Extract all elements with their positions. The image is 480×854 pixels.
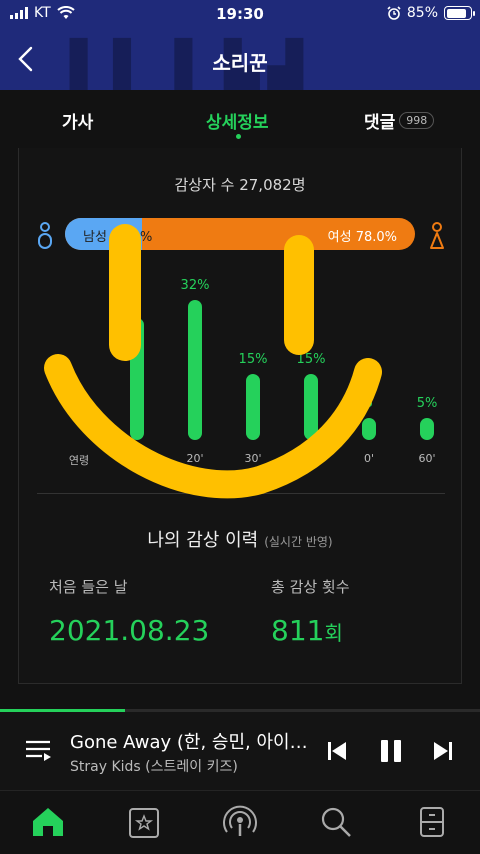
tab-detail[interactable]: 상세정보 — [206, 108, 269, 139]
bottom-nav — [0, 790, 480, 854]
song-title[interactable]: Gone Away (한, 승민, 아이… — [70, 728, 310, 754]
previous-track-icon[interactable] — [322, 736, 352, 766]
detail-card: 감상자 수 27,082명 남성 22.0% 여성 78.0% 연령 2 32% 20… — [18, 148, 462, 684]
male-share-label: 남성 22.0% — [83, 230, 153, 245]
comments-count-badge: 998 — [399, 112, 435, 129]
next-track-icon[interactable] — [428, 736, 458, 766]
app-header: ▌▌▐ ▙▟ 소리꾼 — [0, 30, 480, 90]
total-plays-unit: 회 — [324, 621, 343, 645]
total-plays-number: 811 — [271, 614, 325, 647]
battery-icon — [444, 6, 475, 20]
section-divider — [37, 493, 445, 494]
age-bar — [246, 374, 260, 440]
age-bar — [420, 418, 434, 440]
age-percent-label: 15% — [296, 352, 326, 368]
tab-bar: 가사 상세정보 댓글 998 — [0, 90, 480, 148]
search-icon[interactable] — [318, 805, 354, 839]
age-bar — [188, 300, 202, 440]
female-share-label: 여성 78.0% — [327, 230, 397, 245]
age-percent-label: 2 — [132, 295, 142, 311]
female-icon — [430, 222, 444, 249]
home-icon[interactable] — [30, 805, 66, 839]
age-group-label: 4 — [307, 452, 315, 465]
first-listen-date: 2021.08.23 — [49, 614, 210, 647]
total-plays-value: 811회 — [271, 614, 343, 647]
age-bar — [362, 418, 376, 440]
status-right: 85% — [387, 5, 475, 21]
listener-count: 감상자 수 27,082명 — [174, 176, 306, 194]
age-percent-label: 5 — [364, 396, 374, 412]
age-group-label: 60' — [418, 452, 436, 465]
total-plays-label: 총 감상 횟수 — [271, 578, 350, 596]
menu-icon[interactable] — [414, 805, 450, 839]
history-title-text: 나의 감상 이력 — [147, 530, 259, 551]
alarm-icon — [387, 6, 401, 20]
age-group-label: 20' — [186, 452, 204, 465]
tab-detail-label: 상세정보 — [206, 113, 269, 133]
page-title: 소리꾼 — [212, 51, 268, 75]
age-bar — [304, 374, 318, 440]
podcast-icon[interactable] — [222, 805, 258, 839]
age-group-label: 30' — [244, 452, 262, 465]
age-bar — [130, 317, 144, 440]
age-group-label: 0' — [363, 452, 375, 465]
tab-comments[interactable]: 댓글 998 — [364, 108, 435, 133]
gender-bar: 남성 22.0% 여성 78.0% — [65, 218, 415, 250]
tab-comments-label: 댓글 — [364, 113, 396, 133]
pause-icon[interactable] — [376, 736, 406, 766]
history-title: 나의 감상 이력 (실시간 반영) — [19, 526, 461, 552]
age-distribution-chart: 연령 2 32% 20' 15% 30' 15% 4 5 0' 5% 60' — [19, 268, 463, 478]
age-percent-label: 15% — [238, 352, 268, 368]
mini-player[interactable]: Gone Away (한, 승민, 아이… Stray Kids (스트레이 키… — [0, 712, 480, 790]
tab-lyrics[interactable]: 가사 — [62, 108, 93, 133]
library-icon[interactable] — [126, 805, 162, 839]
first-listen-label: 처음 들은 날 — [49, 578, 128, 596]
gender-ratio: 남성 22.0% 여성 78.0% — [37, 218, 445, 252]
battery-percent: 85% — [406, 5, 438, 21]
playlist-icon[interactable] — [24, 738, 52, 764]
status-bar: KT 19:30 85% — [0, 0, 480, 30]
age-group-label: 연령 — [68, 454, 90, 467]
history-subtitle: (실시간 반영) — [264, 535, 333, 549]
age-percent-label: 32% — [180, 278, 210, 293]
age-percent-label: 5% — [416, 396, 438, 412]
active-tab-indicator — [236, 134, 241, 139]
song-artist[interactable]: Stray Kids (스트레이 키즈) — [70, 756, 238, 776]
male-icon — [38, 222, 52, 249]
